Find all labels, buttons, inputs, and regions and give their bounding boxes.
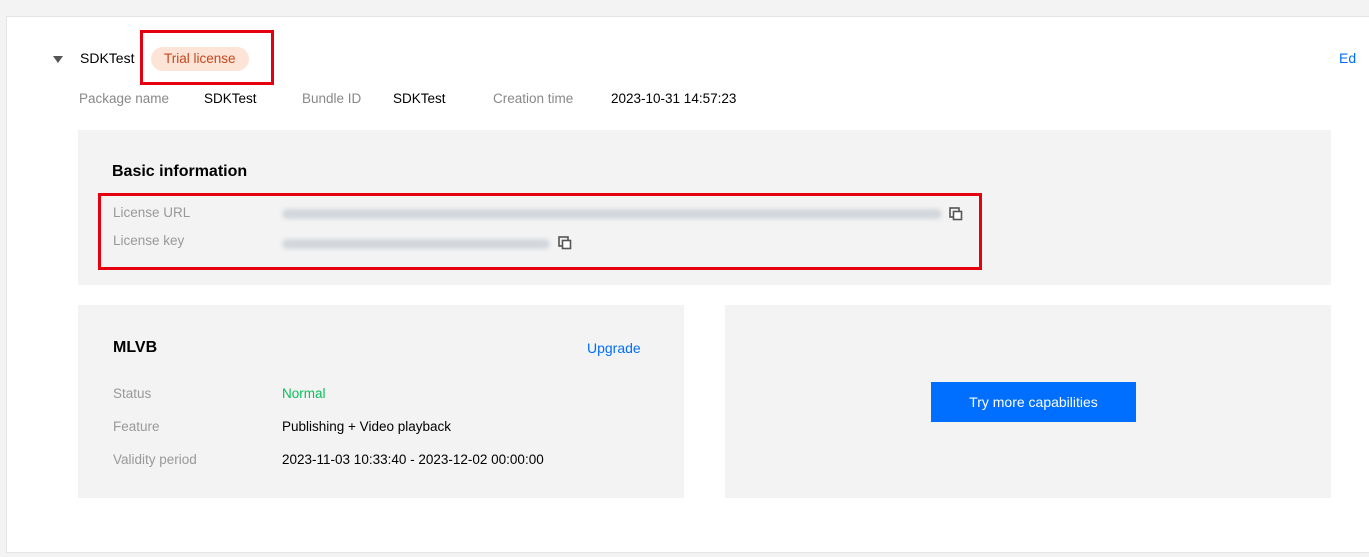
validity-period-value: 2023-11-03 10:33:40 - 2023-12-02 00:00:0… — [282, 452, 544, 467]
edit-link[interactable]: Ed — [1339, 50, 1356, 66]
mlvb-title: MLVB — [113, 339, 158, 356]
caret-down-icon[interactable] — [53, 56, 63, 63]
try-more-capabilities-button[interactable]: Try more capabilities — [931, 382, 1136, 422]
mlvb-panel — [78, 305, 684, 498]
feature-label: Feature — [113, 419, 160, 434]
license-highlight-box — [98, 193, 982, 270]
feature-value: Publishing + Video playback — [282, 419, 451, 434]
app-name: SDKTest — [80, 50, 135, 66]
basic-information-title: Basic information — [112, 163, 248, 180]
status-label: Status — [113, 386, 152, 401]
bundle-id-value: SDKTest — [393, 91, 446, 106]
bundle-id-label: Bundle ID — [302, 91, 362, 106]
package-name-value: SDKTest — [204, 91, 257, 106]
badge-highlight-box — [140, 30, 274, 85]
validity-period-label: Validity period — [113, 452, 197, 467]
status-value: Normal — [282, 386, 326, 401]
creation-time-value: 2023-10-31 14:57:23 — [611, 91, 737, 106]
creation-time-label: Creation time — [493, 91, 574, 106]
package-name-label: Package name — [79, 91, 170, 106]
upgrade-link[interactable]: Upgrade — [587, 340, 641, 356]
